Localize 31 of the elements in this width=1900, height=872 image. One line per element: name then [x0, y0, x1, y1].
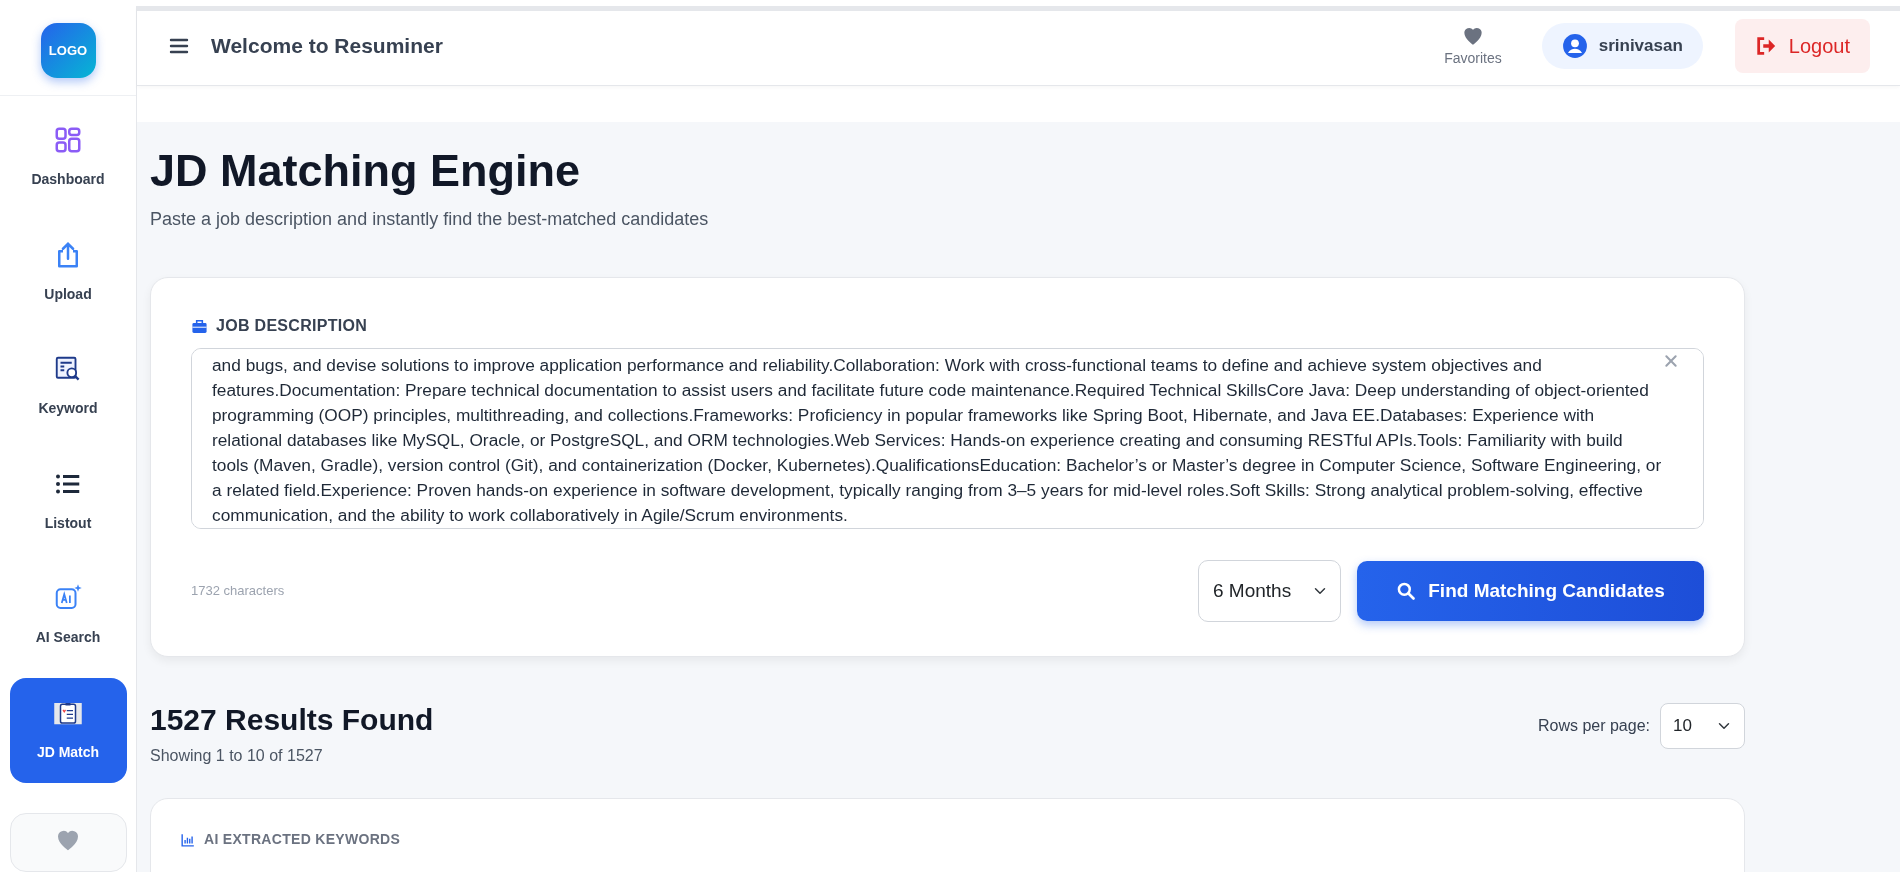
period-select[interactable]: 6 Months: [1198, 560, 1341, 622]
sidebar-item[interactable]: Listout: [9, 448, 127, 554]
grid-icon: [53, 125, 83, 156]
section-label: JOB DESCRIPTION: [216, 316, 368, 336]
sign-out-icon: [1754, 34, 1777, 57]
page-title: JD Matching Engine: [150, 144, 582, 198]
character-count: 1732 characters: [191, 582, 285, 601]
sidebar-item[interactable]: Upload: [9, 219, 127, 325]
results-summary: Showing 1 to 10 of 1527: [150, 746, 324, 766]
find-candidates-button[interactable]: Find Matching Candidates: [1357, 561, 1704, 621]
sidebar-item[interactable]: JD Match: [9, 677, 127, 784]
logo[interactable]: LOGO: [40, 22, 96, 78]
logout-button[interactable]: Logout: [1734, 18, 1870, 73]
sidebar-item[interactable]: [9, 813, 127, 872]
results-heading: 1527 Results Found: [150, 703, 434, 736]
welcome-title: Welcome to Resuminer: [211, 32, 443, 59]
search-icon: [1396, 581, 1417, 601]
user-icon: [1561, 32, 1588, 59]
briefcase-icon: [191, 317, 208, 335]
favorites-button[interactable]: Favorites: [1438, 21, 1508, 70]
section-label: AI EXTRACTED KEYWORDS: [204, 830, 401, 849]
page-subtitle: Paste a job description and instantly find the best-matched candidates: [150, 208, 710, 231]
close-icon[interactable]: [1664, 354, 1678, 368]
job-description-field[interactable]: and bugs, and devise solutions to improve application performance and reliability.Collaboration: Work with cross-functional teams to define and achieve system objectives and features.Documentation: Prepare technical documentation to assist users and facilitate future code maintenance.Required Technical SkillsCore Java: Deep understanding of object-oriented programming (OOP) principles, multithreading, and collections.Frameworks: Proficiency in popular frameworks like Spring Boot, Hibernate, and Java EE.Databases: Experience with relational databases like MySQL, Oracle, or PostgreSQL, and ORM technologies.Web Services: Hands-on experience creating and consuming RESTful APIs.Tools: Familiarity with build tools (Maven, Gradle), version control (Git), and containerization (Docker, Kubernetes).QualificationsEducation: Bachelor’s or Master’s degree in Computer Science, Software Engineering, or a related field.Experience: Proven hands-on experience in software development, typically ranging from 3–5 years for mid-level roles.Soft Skills: Strong analytical problem-solving, effective communication, and the ability to work collaboratively in Agile/Scrum environments.: [191, 348, 1704, 529]
user-menu[interactable]: srinivasan: [1541, 22, 1703, 69]
sidebar-item[interactable]: AI Search: [9, 563, 127, 669]
rows-per-page-label: Rows per page:: [1537, 716, 1650, 736]
sidebar-item[interactable]: Keyword: [9, 333, 127, 440]
sidebar-item[interactable]: Dashboard: [9, 104, 127, 211]
rows-per-page-select[interactable]: 10: [1660, 703, 1745, 749]
bar-chart-icon: [181, 832, 195, 847]
